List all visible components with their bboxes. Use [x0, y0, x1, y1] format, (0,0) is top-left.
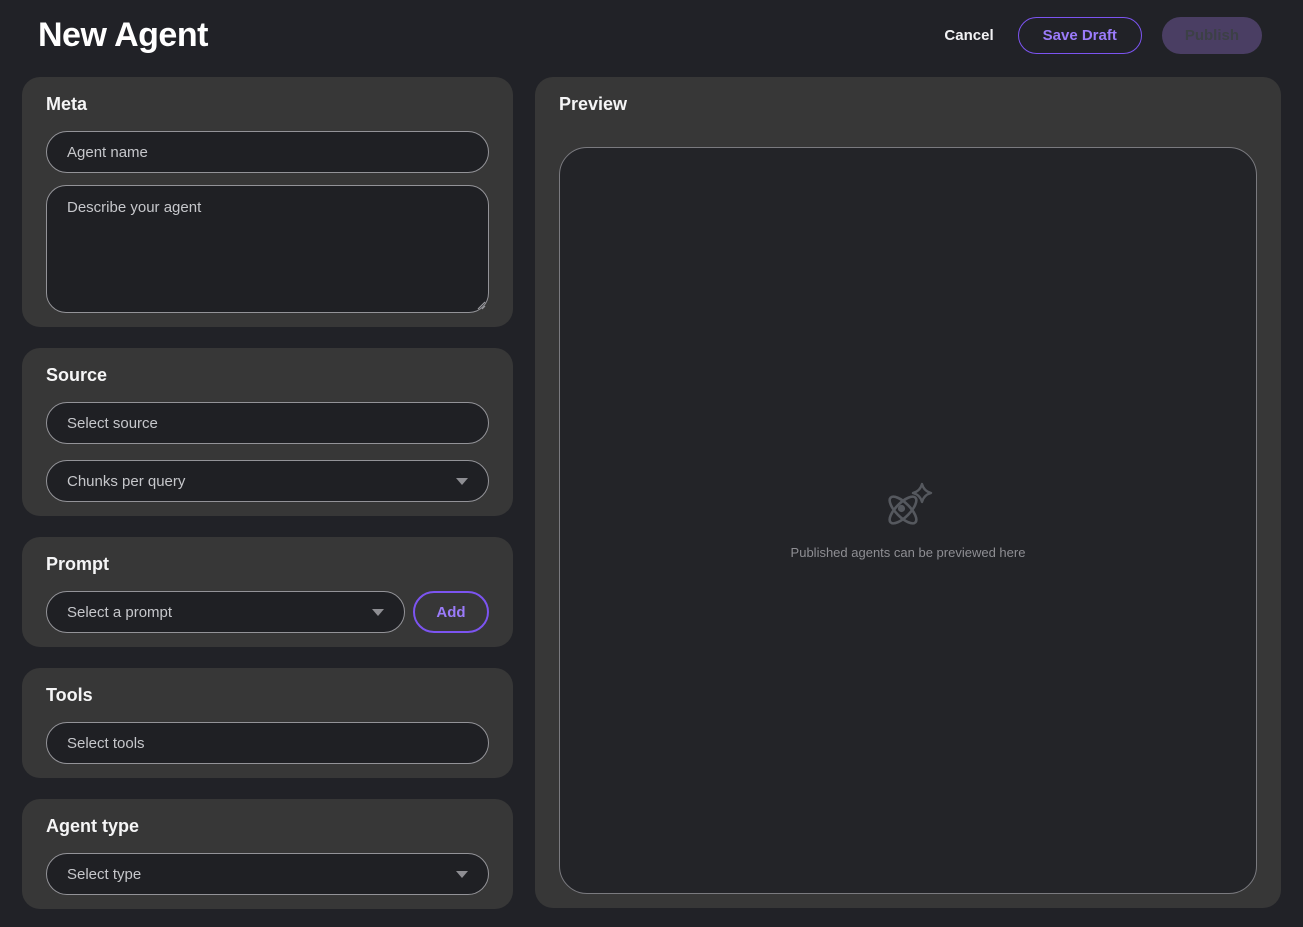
select-tools-input[interactable] — [46, 722, 489, 764]
prompt-card: Prompt Select a prompt Add — [22, 537, 513, 647]
prompt-select[interactable]: Select a prompt — [46, 591, 405, 633]
preview-card-title: Preview — [559, 93, 1257, 115]
tools-card-title: Tools — [46, 684, 489, 706]
prompt-row: Select a prompt Add — [46, 591, 489, 633]
meta-card-title: Meta — [46, 93, 489, 115]
agent-name-input[interactable] — [46, 131, 489, 173]
chevron-down-icon — [456, 871, 468, 878]
chunks-per-query-label: Chunks per query — [67, 473, 185, 490]
save-draft-button[interactable]: Save Draft — [1018, 17, 1142, 54]
select-source-input[interactable] — [46, 402, 489, 444]
chevron-down-icon — [372, 609, 384, 616]
agent-type-select[interactable]: Select type — [46, 853, 489, 895]
page-title: New Agent — [38, 16, 208, 55]
chevron-down-icon — [456, 478, 468, 485]
main-content: Meta Source Chunks per query Prompt — [0, 70, 1303, 927]
agent-type-card-title: Agent type — [46, 815, 489, 837]
orbit-sparkle-icon — [881, 481, 935, 531]
preview-empty-message: Published agents can be previewed here — [791, 545, 1026, 560]
source-card-title: Source — [46, 364, 489, 386]
tools-card: Tools — [22, 668, 513, 778]
form-column: Meta Source Chunks per query Prompt — [22, 77, 513, 909]
add-prompt-button[interactable]: Add — [413, 591, 489, 633]
agent-type-select-label: Select type — [67, 866, 141, 883]
header-actions: Cancel Save Draft Publish — [940, 17, 1262, 54]
agent-description-wrap — [46, 185, 489, 313]
preview-card: Preview Published agents can be previewe… — [535, 77, 1281, 908]
chunks-per-query-select[interactable]: Chunks per query — [46, 460, 489, 502]
source-card: Source Chunks per query — [22, 348, 513, 516]
resize-handle-icon[interactable] — [475, 299, 486, 310]
publish-button[interactable]: Publish — [1162, 17, 1262, 54]
header: New Agent Cancel Save Draft Publish — [0, 0, 1303, 70]
preview-empty-state: Published agents can be previewed here — [559, 147, 1257, 894]
agent-type-card: Agent type Select type — [22, 799, 513, 909]
prompt-select-label: Select a prompt — [67, 604, 172, 621]
prompt-card-title: Prompt — [46, 553, 489, 575]
cancel-button[interactable]: Cancel — [940, 17, 997, 54]
agent-description-textarea[interactable] — [46, 185, 489, 313]
meta-card: Meta — [22, 77, 513, 327]
